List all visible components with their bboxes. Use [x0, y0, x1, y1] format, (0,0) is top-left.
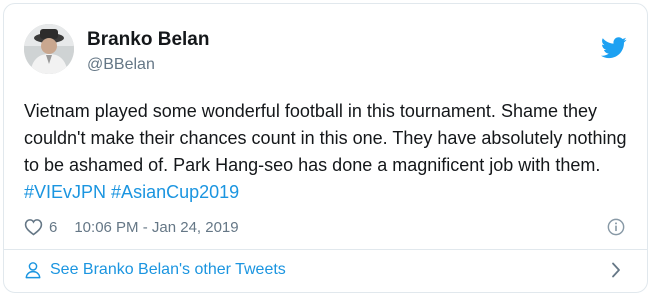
- tweet-meta: 6 10:06 PM - Jan 24, 2019: [24, 215, 239, 239]
- tweet-timestamp[interactable]: 10:06 PM - Jan 24, 2019: [74, 219, 238, 236]
- divider: [4, 249, 647, 250]
- author-handle[interactable]: @BBelan: [87, 56, 155, 74]
- author-name[interactable]: Branko Belan: [87, 29, 209, 51]
- see-other-tweets-link[interactable]: See Branko Belan's other Tweets: [24, 258, 631, 282]
- heart-icon[interactable]: [24, 218, 43, 236]
- tweet-text: Vietnam played some wonderful football i…: [24, 98, 634, 206]
- hashtag-link[interactable]: #VIEvJPN: [24, 182, 106, 202]
- like-count[interactable]: 6: [49, 219, 57, 236]
- tweet-body: Vietnam played some wonderful football i…: [24, 101, 627, 175]
- avatar[interactable]: [24, 24, 74, 74]
- embedded-tweet-card: Branko Belan @BBelan Vietnam played some…: [3, 3, 648, 293]
- info-icon[interactable]: [607, 218, 625, 236]
- person-icon: [25, 262, 41, 279]
- twitter-logo-icon[interactable]: [601, 37, 627, 59]
- see-other-tweets-label[interactable]: See Branko Belan's other Tweets: [50, 261, 286, 279]
- chevron-right-icon[interactable]: [611, 262, 621, 278]
- hashtag-link[interactable]: #AsianCup2019: [111, 182, 239, 202]
